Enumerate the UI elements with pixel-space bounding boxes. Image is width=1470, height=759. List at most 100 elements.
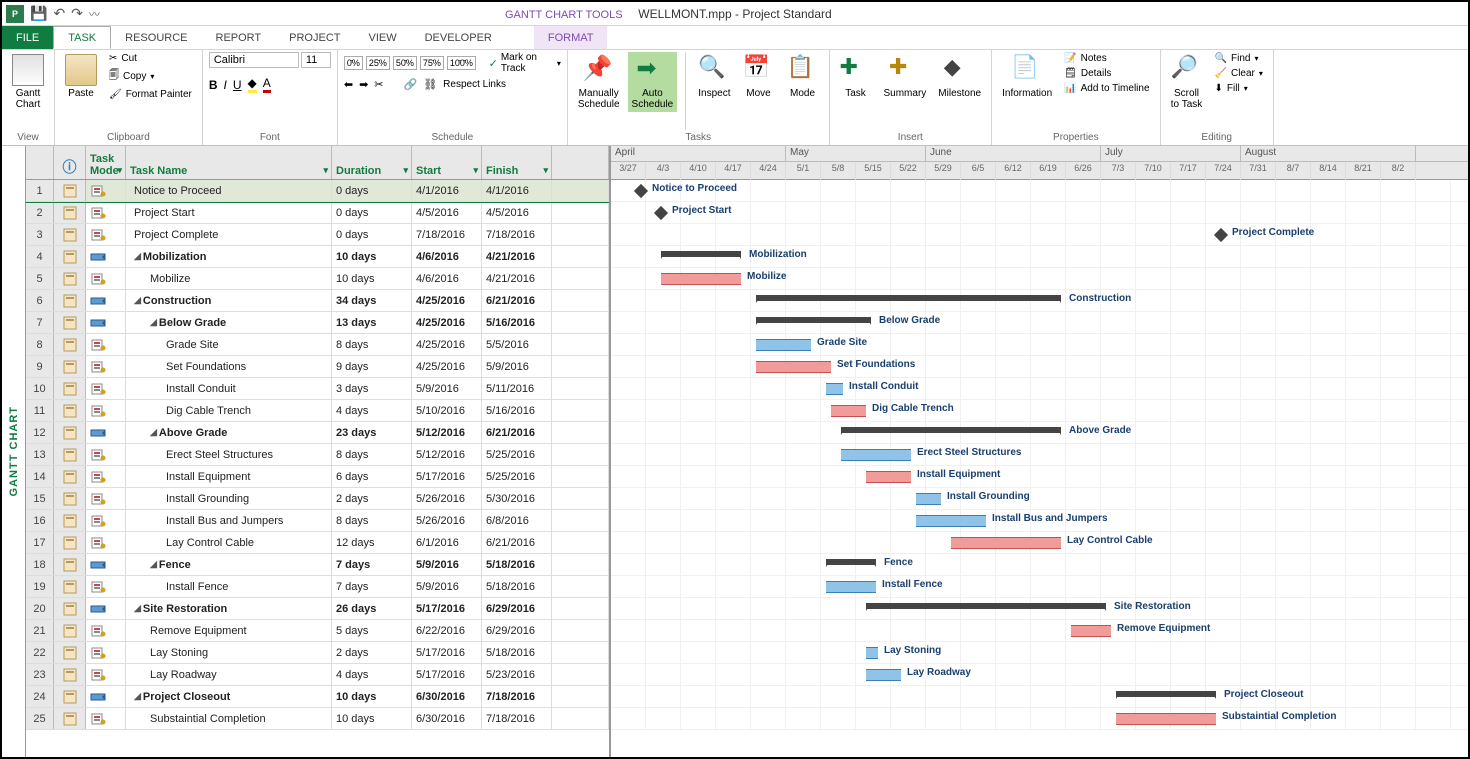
font-name-combo[interactable] xyxy=(209,52,299,68)
summary-bar[interactable] xyxy=(756,295,1061,301)
task-name-cell[interactable]: ◢ Project Closeout xyxy=(126,686,332,707)
summary-bar[interactable] xyxy=(866,603,1106,609)
task-row[interactable]: 16Install Bus and Jumpers8 days5/26/2016… xyxy=(26,510,609,532)
tab-task[interactable]: TASK xyxy=(53,26,111,49)
duration-cell[interactable]: 7 days xyxy=(332,554,412,575)
progress-0-button[interactable]: 0̄% xyxy=(344,56,363,70)
task-bar[interactable] xyxy=(1116,713,1216,725)
mode-cell[interactable] xyxy=(86,290,126,311)
task-row[interactable]: 10Install Conduit3 days5/9/20165/11/2016 xyxy=(26,378,609,400)
mode-cell[interactable] xyxy=(86,224,126,245)
task-bar[interactable] xyxy=(756,361,831,373)
details-button[interactable]: 🗒Details xyxy=(1060,67,1153,80)
finish-cell[interactable]: 5/18/2016 xyxy=(482,576,552,597)
mode-cell[interactable] xyxy=(86,510,126,531)
task-bar[interactable] xyxy=(826,581,876,593)
mode-cell[interactable] xyxy=(86,664,126,685)
scroll-to-task-button[interactable]: 🔎 Scroll to Task xyxy=(1167,52,1207,112)
progress-50-button[interactable]: 50̄% xyxy=(393,56,417,70)
gantt-chart-pane[interactable]: AprilMayJuneJulyAugust 3/274/34/104/174/… xyxy=(611,146,1468,757)
task-row[interactable]: 8Grade Site8 days4/25/20165/5/2016 xyxy=(26,334,609,356)
start-cell[interactable]: 5/9/2016 xyxy=(412,576,482,597)
duration-cell[interactable]: 10 days xyxy=(332,246,412,267)
insert-summary-button[interactable]: ✚ Summary xyxy=(880,52,931,101)
start-cell[interactable]: 5/12/2016 xyxy=(412,422,482,443)
mode-cell[interactable] xyxy=(86,466,126,487)
finish-cell[interactable]: 5/23/2016 xyxy=(482,664,552,685)
duration-cell[interactable]: 2 days xyxy=(332,642,412,663)
task-name-cell[interactable]: Lay Stoning xyxy=(126,642,332,663)
timeline-button[interactable]: 📊Add to Timeline xyxy=(1060,82,1153,95)
row-number[interactable]: 5 xyxy=(26,268,54,289)
finish-cell[interactable]: 6/21/2016 xyxy=(482,290,552,311)
link-button[interactable]: 🔗 xyxy=(404,78,418,91)
milestone-bar[interactable] xyxy=(634,184,648,198)
task-name-cell[interactable]: Install Grounding xyxy=(126,488,332,509)
row-number[interactable]: 24 xyxy=(26,686,54,707)
task-name-cell[interactable]: ◢ Fence xyxy=(126,554,332,575)
duration-cell[interactable]: 10 days xyxy=(332,708,412,729)
task-row[interactable]: 20◢ Site Restoration26 days5/17/20166/29… xyxy=(26,598,609,620)
gantt-row[interactable]: Fence xyxy=(611,554,1468,576)
finish-cell[interactable]: 5/11/2016 xyxy=(482,378,552,399)
mode-cell[interactable] xyxy=(86,334,126,355)
task-row[interactable]: 25Substaintial Completion10 days6/30/201… xyxy=(26,708,609,730)
respect-links-button[interactable]: Respect Links xyxy=(443,79,506,90)
finish-cell[interactable]: 7/18/2016 xyxy=(482,708,552,729)
finish-cell[interactable]: 5/9/2016 xyxy=(482,356,552,377)
mode-cell[interactable] xyxy=(86,488,126,509)
mode-cell[interactable] xyxy=(86,576,126,597)
gantt-row[interactable]: Set Foundations xyxy=(611,356,1468,378)
task-row[interactable]: 7◢ Below Grade13 days4/25/20165/16/2016 xyxy=(26,312,609,334)
duration-cell[interactable]: 10 days xyxy=(332,268,412,289)
milestone-bar[interactable] xyxy=(1214,228,1228,242)
task-name-cell[interactable]: Set Foundations xyxy=(126,356,332,377)
task-row[interactable]: 4◢ Mobilization10 days4/6/20164/21/2016 xyxy=(26,246,609,268)
duration-cell[interactable]: 23 days xyxy=(332,422,412,443)
start-cell[interactable]: 4/25/2016 xyxy=(412,290,482,311)
header-mode[interactable]: Task Mode▾ xyxy=(86,146,126,179)
task-name-cell[interactable]: ◢ Site Restoration xyxy=(126,598,332,619)
row-number[interactable]: 3 xyxy=(26,224,54,245)
gantt-row[interactable]: Install Bus and Jumpers xyxy=(611,510,1468,532)
finish-cell[interactable]: 7/18/2016 xyxy=(482,224,552,245)
duration-cell[interactable]: 5 days xyxy=(332,620,412,641)
mode-cell[interactable] xyxy=(86,620,126,641)
milestone-bar[interactable] xyxy=(654,206,668,220)
outdent-button[interactable]: ⬅ xyxy=(344,78,353,91)
mode-cell[interactable] xyxy=(86,422,126,443)
bold-button[interactable]: B xyxy=(209,78,218,92)
mode-cell[interactable] xyxy=(86,356,126,377)
start-cell[interactable]: 5/17/2016 xyxy=(412,642,482,663)
insert-milestone-button[interactable]: ◆ Milestone xyxy=(934,52,985,101)
finish-cell[interactable]: 6/21/2016 xyxy=(482,422,552,443)
gantt-row[interactable]: Erect Steel Structures xyxy=(611,444,1468,466)
gantt-chart-button[interactable]: Gantt Chart xyxy=(8,52,48,112)
finish-cell[interactable]: 5/18/2016 xyxy=(482,642,552,663)
tab-resource[interactable]: RESOURCE xyxy=(111,26,201,49)
move-button[interactable]: 📅 Move xyxy=(739,52,779,101)
start-cell[interactable]: 5/9/2016 xyxy=(412,378,482,399)
start-cell[interactable]: 4/6/2016 xyxy=(412,268,482,289)
duration-cell[interactable]: 10 days xyxy=(332,686,412,707)
task-row[interactable]: 2Project Start0 days4/5/20164/5/2016 xyxy=(26,202,609,224)
unlink-button[interactable]: ⛓ xyxy=(423,78,437,91)
gantt-row[interactable]: Dig Cable Trench xyxy=(611,400,1468,422)
start-cell[interactable]: 5/17/2016 xyxy=(412,466,482,487)
task-bar[interactable] xyxy=(831,405,866,417)
task-bar[interactable] xyxy=(951,537,1061,549)
gantt-row[interactable]: Project Start xyxy=(611,202,1468,224)
finish-cell[interactable]: 4/21/2016 xyxy=(482,246,552,267)
start-cell[interactable]: 5/9/2016 xyxy=(412,554,482,575)
row-number[interactable]: 4 xyxy=(26,246,54,267)
gantt-row[interactable]: Lay Stoning xyxy=(611,642,1468,664)
gantt-row[interactable]: Project Complete xyxy=(611,224,1468,246)
task-row[interactable]: 12◢ Above Grade23 days5/12/20166/21/2016 xyxy=(26,422,609,444)
start-cell[interactable]: 5/17/2016 xyxy=(412,598,482,619)
finish-cell[interactable]: 6/29/2016 xyxy=(482,598,552,619)
mode-cell[interactable] xyxy=(86,686,126,707)
task-row[interactable]: 22Lay Stoning2 days5/17/20165/18/2016 xyxy=(26,642,609,664)
copy-button[interactable]: 🗐Copy▾ xyxy=(105,67,196,86)
mode-cell[interactable] xyxy=(86,554,126,575)
mode-cell[interactable] xyxy=(86,180,126,201)
